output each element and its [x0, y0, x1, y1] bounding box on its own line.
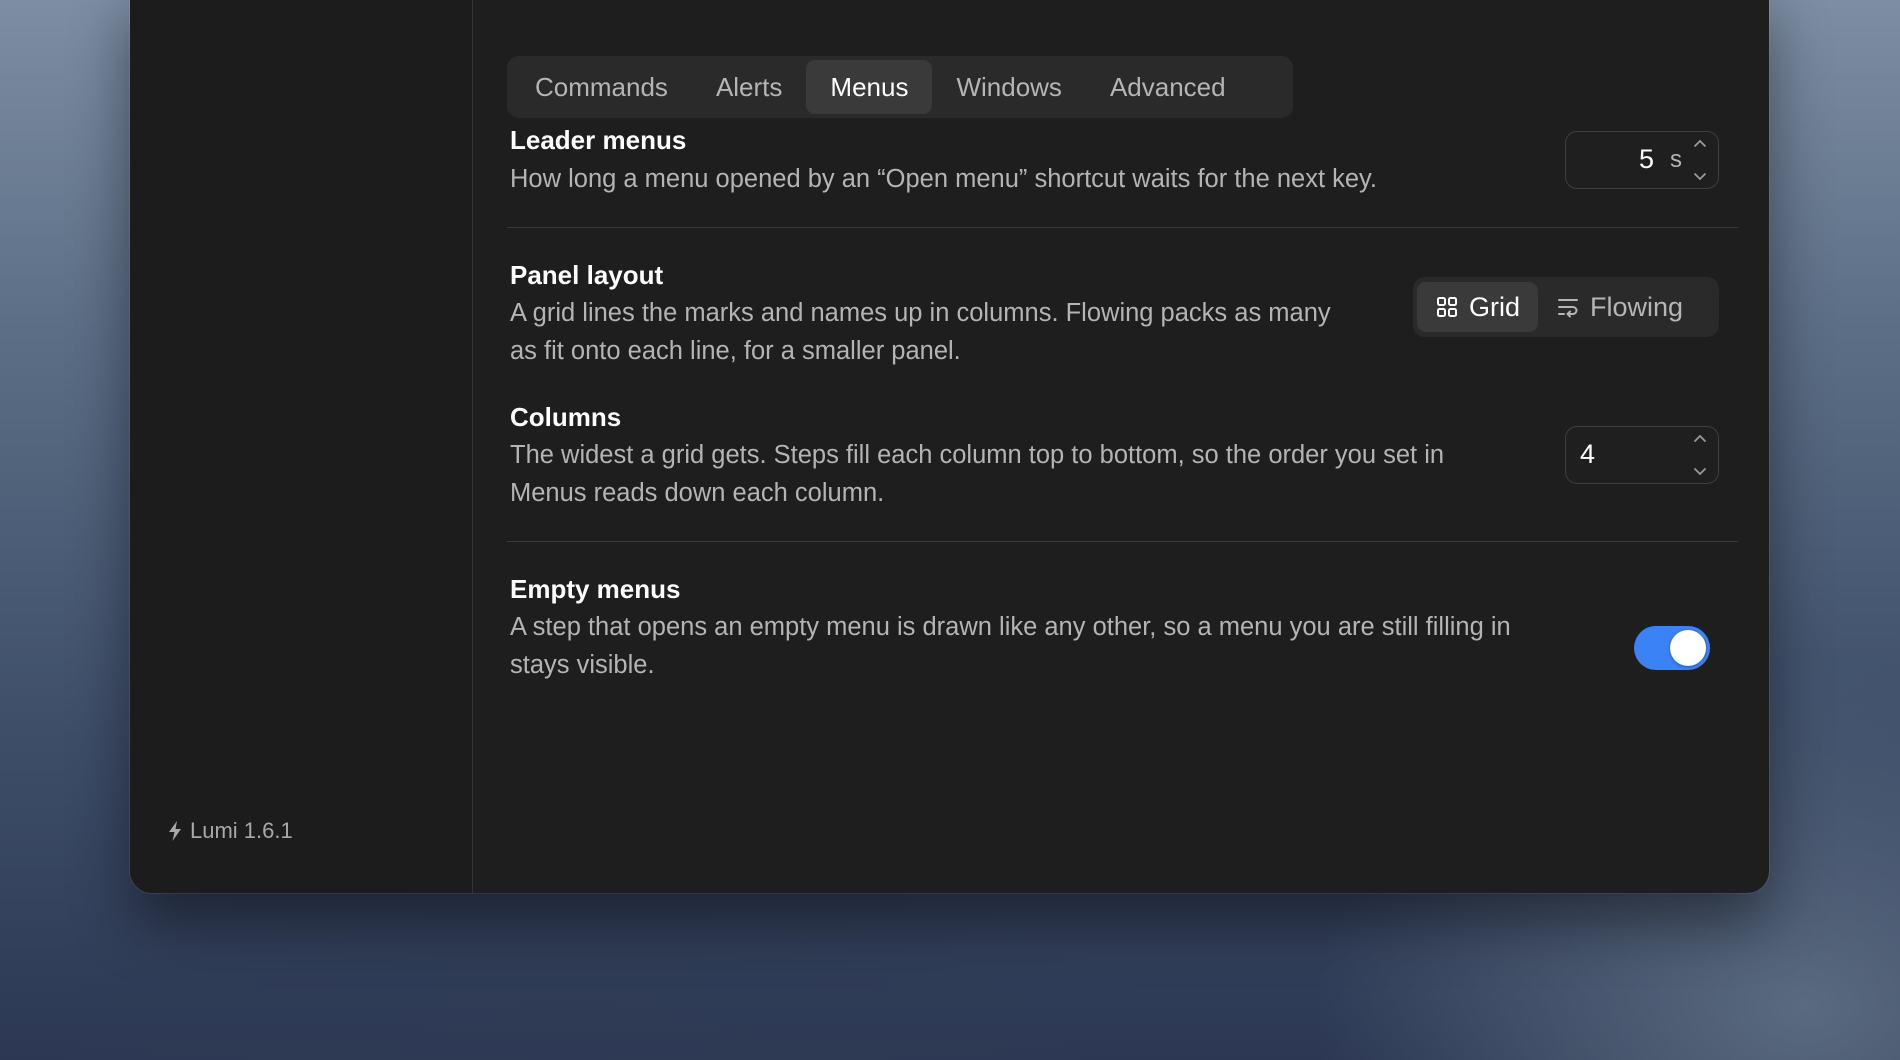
layout-option-grid[interactable]: Grid — [1417, 282, 1539, 332]
chevron-down-icon[interactable] — [1693, 172, 1707, 182]
columns-value[interactable]: 4 — [1580, 439, 1595, 470]
layout-option-grid-label: Grid — [1469, 291, 1521, 322]
panel-layout-segmented-control: Grid Flowing — [1413, 277, 1719, 337]
columns-title: Columns — [510, 402, 622, 432]
empty-menus-description-line2: stays visible. — [510, 651, 655, 679]
tab-bar: Commands Alerts Menus Windows Advanced — [507, 56, 1293, 118]
leader-menus-description: How long a menu opened by an “Open menu”… — [510, 165, 1377, 193]
section-divider — [507, 227, 1738, 228]
text-wrap-icon — [1558, 299, 1579, 318]
app-version: Lumi 1.6.1 — [168, 818, 293, 844]
columns-description-line1: The widest a grid gets. Steps fill each … — [510, 441, 1445, 469]
chevron-up-icon[interactable] — [1693, 433, 1707, 443]
leader-timeout-stepper[interactable]: 5 s — [1565, 131, 1719, 189]
layout-option-flowing-label: Flowing — [1590, 291, 1684, 322]
leader-timeout-unit: s — [1670, 146, 1682, 173]
empty-menus-description-line1: A step that opens an empty menu is drawn… — [510, 613, 1511, 641]
layout-option-flowing[interactable]: Flowing — [1538, 282, 1701, 332]
panel-layout-description-line2: as fit onto each line, for a smaller pan… — [510, 337, 961, 365]
main-panel: Commands Alerts Menus Windows Advanced L… — [473, 0, 1769, 893]
panel-layout-title: Panel layout — [510, 260, 664, 290]
toggle-knob — [1670, 630, 1706, 666]
grid-icon — [1437, 297, 1457, 317]
chevron-down-icon[interactable] — [1693, 467, 1707, 477]
section-divider — [507, 541, 1738, 542]
sidebar: Lumi 1.6.1 — [130, 0, 473, 893]
bolt-icon — [169, 821, 181, 841]
version-label: Lumi 1.6.1 — [190, 818, 293, 843]
tab-windows[interactable]: Windows — [932, 60, 1085, 114]
empty-menus-toggle[interactable] — [1634, 626, 1710, 670]
leader-menus-title: Leader menus — [510, 125, 687, 155]
tab-menus[interactable]: Menus — [806, 60, 933, 114]
settings-window: Lumi 1.6.1 Commands Alerts Menus Windows… — [130, 0, 1769, 893]
columns-description-line2: Menus reads down each column. — [510, 479, 885, 507]
tab-advanced[interactable]: Advanced — [1086, 60, 1250, 114]
stepper-arrows — [1692, 138, 1708, 182]
chevron-up-icon[interactable] — [1693, 138, 1707, 148]
stepper-arrows — [1692, 433, 1708, 477]
tab-alerts[interactable]: Alerts — [692, 60, 806, 114]
columns-stepper[interactable]: 4 — [1565, 426, 1719, 484]
leader-timeout-value[interactable]: 5 — [1639, 144, 1654, 175]
panel-layout-description-line1: A grid lines the marks and names up in c… — [510, 299, 1331, 327]
tab-commands[interactable]: Commands — [511, 60, 692, 114]
empty-menus-title: Empty menus — [510, 574, 681, 604]
